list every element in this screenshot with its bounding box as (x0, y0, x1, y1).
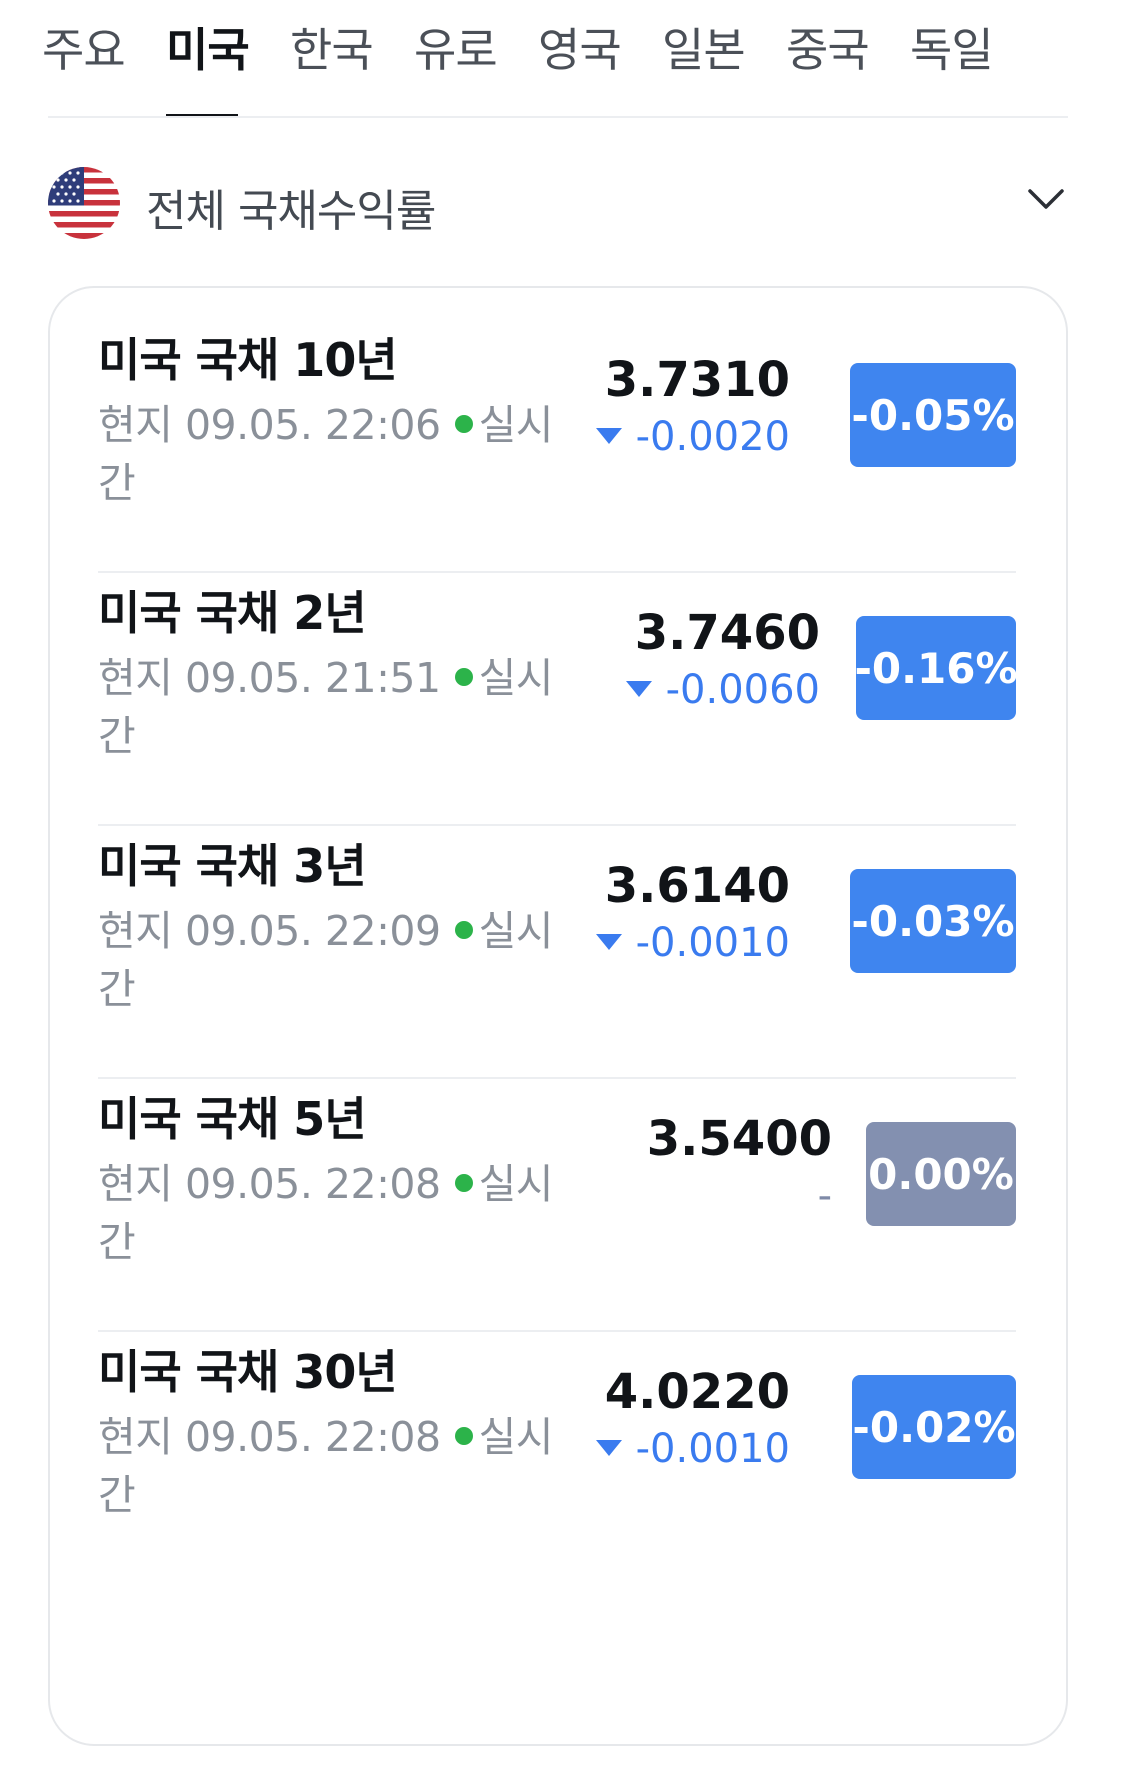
bond-row-10y[interactable]: 미국 국채 10년 현지 09.05. 22:06 실시간 3.7310 -0.0… (98, 288, 1016, 573)
chevron-down-icon[interactable] (1024, 177, 1068, 221)
tabs-divider (48, 116, 1068, 118)
bond-row-2y[interactable]: 미국 국채 2년 현지 09.05. 21:51 실시간 3.7460 -0.00… (98, 541, 1018, 826)
bond-change-value: -0.0010 (635, 1426, 790, 1472)
percent-change-badge: -0.02% (852, 1375, 1016, 1479)
bond-change-value: - (817, 1173, 832, 1219)
percent-change-badge: -0.05% (850, 363, 1016, 467)
percent-change-badge: -0.16% (854, 616, 1018, 720)
us-flag-icon (48, 167, 120, 239)
live-dot-icon (454, 1427, 473, 1445)
bond-yield: 3.7460 (634, 605, 820, 661)
bond-change-value: -0.0060 (665, 667, 820, 713)
bond-change-value: -0.0020 (635, 414, 790, 460)
tab-uk[interactable]: 영국 (538, 14, 622, 80)
percent-change-badge: 0.00% (866, 1122, 1016, 1226)
live-dot-icon (454, 1174, 473, 1192)
tab-major[interactable]: 주요 (42, 14, 126, 80)
bond-timestamp: 현지 09.05. 21:51 실시간 (98, 649, 568, 765)
bond-name: 미국 국채 10년 (98, 333, 398, 387)
bond-timestamp: 현지 09.05. 22:08 실시간 (98, 1408, 568, 1524)
bond-time: 현지 09.05. 22:08 (98, 1413, 441, 1461)
tab-usa[interactable]: 미국 (166, 14, 250, 80)
tab-china[interactable]: 중국 (786, 14, 870, 80)
bond-timestamp: 현지 09.05. 22:09 실시간 (98, 902, 568, 1018)
bond-row-3y[interactable]: 미국 국채 3년 현지 09.05. 22:09 실시간 3.6140 -0.00… (98, 794, 1016, 1079)
bond-change: - (818, 1173, 832, 1219)
bond-yield: 3.6140 (604, 858, 790, 914)
market-tabs: 주요 미국 한국 유로 영국 일본 중국 독일 (0, 0, 1125, 118)
bond-yield: 4.0220 (604, 1364, 790, 1420)
bond-time: 현지 09.05. 22:09 (98, 907, 441, 955)
bond-name: 미국 국채 2년 (98, 586, 367, 640)
bond-name: 미국 국채 5년 (98, 1092, 367, 1146)
tab-japan[interactable]: 일본 (662, 14, 746, 80)
bond-yield: 3.7310 (604, 352, 790, 408)
percent-change-badge: -0.03% (850, 869, 1016, 973)
bond-name: 미국 국채 30년 (98, 1345, 398, 1399)
tab-euro[interactable]: 유로 (414, 14, 498, 80)
bond-time: 현지 09.05. 22:06 (98, 401, 441, 449)
live-dot-icon (454, 921, 473, 939)
bond-time: 현지 09.05. 21:51 (98, 654, 441, 702)
bond-change: -0.0010 (595, 1426, 790, 1472)
down-triangle-icon (595, 934, 622, 950)
down-triangle-icon (595, 428, 622, 444)
down-triangle-icon (595, 1440, 622, 1456)
bond-change-value: -0.0010 (635, 920, 790, 966)
bond-change: -0.0010 (595, 920, 790, 966)
bond-row-5y[interactable]: 미국 국채 5년 현지 09.05. 22:08 실시간 3.5400 - 0.0… (98, 1047, 1016, 1332)
bond-name: 미국 국채 3년 (98, 839, 367, 893)
bond-time: 현지 09.05. 22:08 (98, 1160, 441, 1208)
live-dot-icon (454, 415, 473, 433)
bond-row-30y[interactable]: 미국 국채 30년 현지 09.05. 22:08 실시간 4.0220 -0.0… (98, 1300, 1016, 1570)
yield-category-title: 전체 국채수익률 (146, 186, 436, 237)
bond-change: -0.0020 (595, 414, 790, 460)
tab-korea[interactable]: 한국 (290, 14, 374, 80)
tab-germany[interactable]: 독일 (910, 14, 994, 80)
down-triangle-icon (625, 681, 652, 697)
bond-list-card: 미국 국채 10년 현지 09.05. 22:06 실시간 3.7310 -0.0… (48, 286, 1068, 1746)
bond-timestamp: 현지 09.05. 22:08 실시간 (98, 1155, 568, 1271)
country-selector[interactable]: 전체 국채수익률 (48, 163, 1068, 243)
bond-timestamp: 현지 09.05. 22:06 실시간 (98, 396, 568, 512)
bond-yield: 3.5400 (646, 1111, 832, 1167)
live-dot-icon (454, 668, 473, 686)
bond-change: -0.0060 (625, 667, 820, 713)
